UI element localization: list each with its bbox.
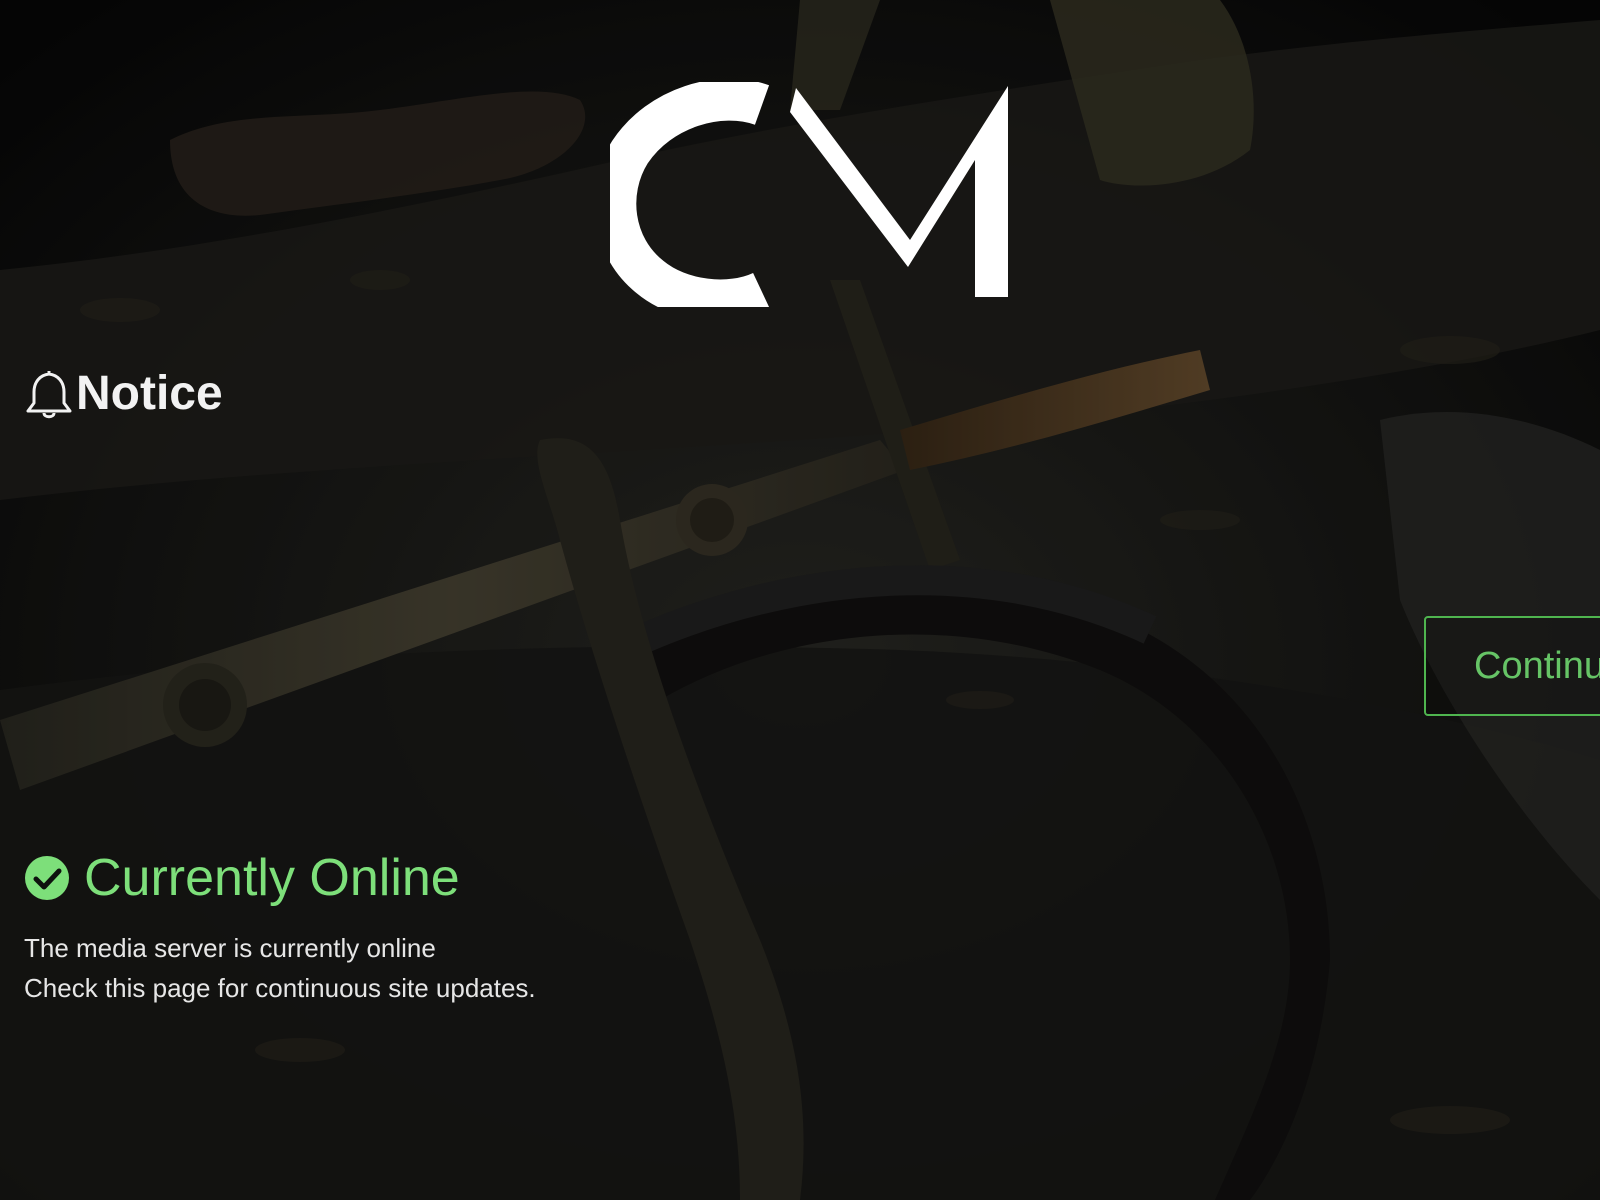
- bell-icon: [26, 371, 72, 419]
- cm-logo: [610, 82, 1008, 307]
- check-circle-icon: [25, 856, 69, 900]
- status-description: The media server is currently online Che…: [24, 928, 536, 1008]
- continue-button-label: Continue: [1474, 645, 1600, 687]
- continue-button[interactable]: Continue: [1424, 616, 1600, 716]
- description-line-1: The media server is currently online: [24, 933, 436, 963]
- status-indicator: Currently Online: [24, 848, 460, 908]
- status-page: Notice Continue Currently Online The med…: [0, 0, 1600, 1200]
- notice-title: Notice: [76, 367, 223, 420]
- description-line-2: Check this page for continuous site upda…: [24, 973, 536, 1003]
- notice-heading: Notice: [24, 366, 223, 422]
- status-label: Currently Online: [84, 849, 460, 907]
